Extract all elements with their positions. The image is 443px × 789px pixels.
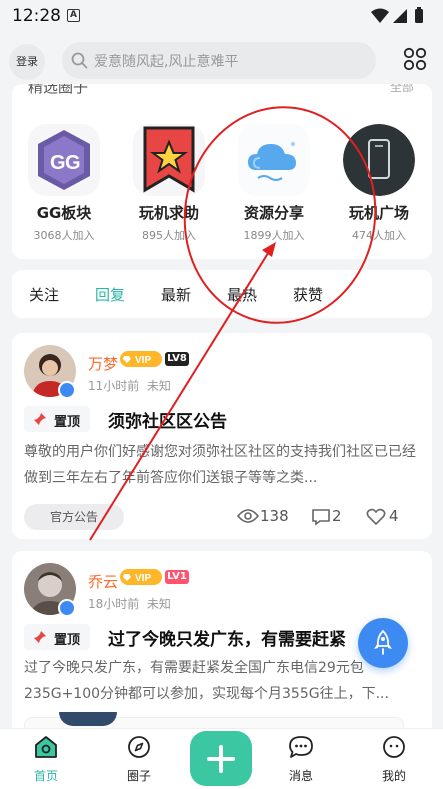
status-bar: 12:28 A <box>0 0 443 32</box>
chat-bubble-icon <box>289 736 313 758</box>
vip-badge-icon: VIP <box>120 351 162 367</box>
compass-icon <box>128 736 150 758</box>
notification-a-icon: A <box>67 9 80 22</box>
level-badge: LV8 <box>165 352 189 366</box>
tab-follow[interactable]: 关注 <box>29 284 59 305</box>
nav-home[interactable]: 首页 <box>16 735 76 784</box>
featured-circles-title: 精选圈子 <box>28 84 89 96</box>
views-icon <box>237 509 259 523</box>
circle-member-count: 1899人加入 <box>243 229 305 242</box>
circle-name: GG板块 <box>36 204 92 222</box>
circle-name: 玩机广场 <box>348 204 409 222</box>
post-tag[interactable]: 官方公告 <box>24 504 124 530</box>
post-body[interactable]: 尊敬的用户你们好感谢您对须弥社区社区的支持我们社区已已经做到三年左右了年前答应你… <box>24 439 422 491</box>
system-status-icons <box>371 7 423 23</box>
circle-member-count: 895人加入 <box>142 229 196 242</box>
verified-badge-icon <box>58 381 76 399</box>
post-time: 11小时前 <box>88 379 140 393</box>
post-author[interactable]: 万梦 <box>88 353 118 374</box>
search-placeholder: 爱意随风起,风止意难平 <box>94 54 239 70</box>
tab-liked[interactable]: 获赞 <box>293 284 323 305</box>
featured-circles-header: 精选圈子 全部 <box>12 84 432 102</box>
status-time: 12:28 <box>12 6 61 26</box>
all-circles-link[interactable]: 全部 <box>390 84 414 95</box>
circle-name: 资源分享 <box>243 204 304 222</box>
like-icon[interactable] <box>366 508 386 526</box>
feed-tabs: 关注 回复 最新 最热 获赞 <box>12 270 432 318</box>
circle-item-gg[interactable]: G G GG板块 3068人加入 <box>12 124 116 243</box>
nav-label: 消息 <box>288 769 313 783</box>
search-bar[interactable]: 爱意随风起,风止意难平 <box>62 42 376 79</box>
post-body[interactable]: 过了今晚只发广东，有需要赶紧发全国广东电信29元包235G+100分钟都可以参加… <box>24 655 422 707</box>
comment-icon[interactable] <box>311 508 331 526</box>
circle-item-square[interactable]: 玩机广场 474人加入 <box>327 124 431 243</box>
smiley-face-icon <box>383 736 405 758</box>
home-icon <box>35 736 57 758</box>
apps-grid-icon[interactable] <box>403 47 427 71</box>
bottom-navigation: 首页 圈子 消息 我的 <box>0 728 443 789</box>
nav-label: 我的 <box>381 769 406 783</box>
circle-item-help[interactable]: 玩机求助 895人加入 <box>117 124 221 243</box>
post-location: 未知 <box>146 379 171 393</box>
circle-member-count: 474人加入 <box>352 229 406 242</box>
post-location: 未知 <box>146 597 171 611</box>
post-title[interactable]: 过了今晚只发广东，有需要赶紧 <box>108 625 346 650</box>
search-icon <box>71 52 88 69</box>
pinned-label: 置顶 <box>54 415 81 430</box>
phone-icon <box>343 124 415 196</box>
tab-hot[interactable]: 最热 <box>227 284 257 305</box>
pinned-label: 置顶 <box>54 633 81 648</box>
vip-badge-icon: VIP <box>120 569 162 585</box>
plus-icon <box>207 745 235 773</box>
like-count: 4 <box>389 507 399 525</box>
attachment-thumbnail <box>59 712 117 726</box>
featured-circles-card: 精选圈子 全部 G G GG板块 3068人加入 玩机求助 895人加入 资源分… <box>12 84 432 259</box>
verified-badge-icon <box>58 599 76 617</box>
login-button[interactable]: 登录 <box>9 44 45 80</box>
tab-latest[interactable]: 最新 <box>161 284 191 305</box>
post-meta: 11小时前 未知 <box>88 377 171 394</box>
comment-count: 2 <box>332 507 342 525</box>
svg-text:VIP: VIP <box>135 355 151 366</box>
top-header: 登录 爱意随风起,风止意难平 <box>0 32 443 88</box>
pin-icon <box>34 631 46 643</box>
pinned-badge: 置顶 <box>24 624 90 650</box>
nav-profile[interactable]: 我的 <box>364 735 424 784</box>
rocket-icon <box>374 630 392 655</box>
circle-item-resources[interactable]: 资源分享 1899人加入 <box>222 124 326 243</box>
post-time: 18小时前 <box>88 597 140 611</box>
nav-circles[interactable]: 圈子 <box>109 735 169 784</box>
pin-icon <box>34 413 46 425</box>
rocket-fab-button[interactable] <box>358 618 408 668</box>
gg-icon: G G <box>28 124 100 196</box>
nav-label: 圈子 <box>126 769 151 783</box>
pinned-badge: 置顶 <box>24 406 90 432</box>
nav-label: 首页 <box>33 769 58 783</box>
create-post-button[interactable] <box>190 731 252 786</box>
level-badge: LV1 <box>165 570 189 584</box>
circle-name: 玩机求助 <box>138 204 199 222</box>
svg-text:VIP: VIP <box>135 573 151 584</box>
post-author[interactable]: 乔云 <box>88 571 118 592</box>
post-title[interactable]: 须弥社区区公告 <box>108 407 227 432</box>
svg-text:G: G <box>65 152 81 174</box>
tab-reply[interactable]: 回复 <box>95 284 125 305</box>
circle-member-count: 3068人加入 <box>33 229 95 242</box>
view-count: 138 <box>260 507 289 525</box>
svg-text:G: G <box>50 152 66 174</box>
star-bookmark-icon <box>133 124 205 196</box>
post-meta: 18小时前 未知 <box>88 595 171 612</box>
cloud-icon <box>238 124 310 196</box>
nav-messages[interactable]: 消息 <box>271 735 331 784</box>
post-card[interactable]: 万梦 VIP LV8 11小时前 未知 置顶 须弥社区区公告 尊敬的用户你们好感… <box>12 333 432 539</box>
